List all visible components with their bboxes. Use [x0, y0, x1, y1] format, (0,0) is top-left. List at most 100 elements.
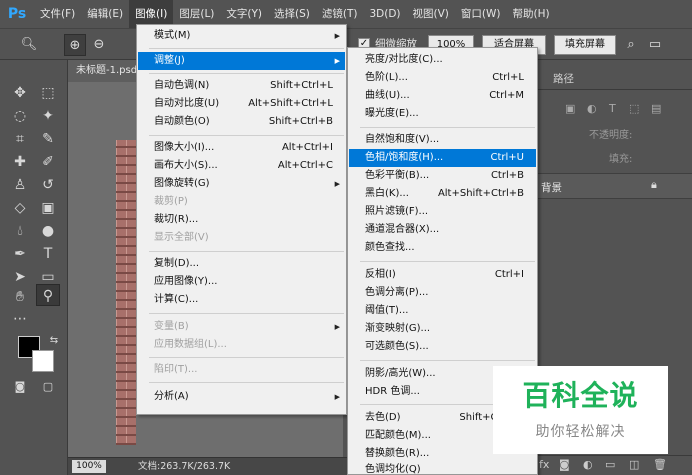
eraser-tool-icon[interactable]: ◇	[8, 197, 32, 219]
fx-icon[interactable]: fx	[539, 458, 549, 471]
background-color-swatch[interactable]	[32, 350, 54, 372]
layers-panel-footer: fx ◙ ◐ ▭ ◫ 🗑︎	[535, 455, 692, 475]
menu-item-color-lookup[interactable]: 颜色查找...	[349, 239, 536, 257]
status-bar: 100% 文档:263.7K/263.7K	[68, 457, 348, 475]
menu-item-trap: 陷印(T)...	[154, 364, 198, 375]
crop-tool-icon[interactable]: ⌗	[8, 128, 32, 150]
menu-item-canvas-size[interactable]: 画布大小(S)... Alt+Ctrl+C	[138, 157, 345, 175]
path-selection-tool-icon[interactable]: ➤	[8, 266, 32, 288]
workspace-icon[interactable]: ▭	[644, 34, 666, 56]
menu-view[interactable]: 视图(V)	[407, 0, 455, 28]
panel-tabs: 路径	[535, 68, 692, 90]
zoom-tool-icon[interactable]: ⚲	[36, 284, 60, 306]
screen-mode-icon[interactable]: ▢	[36, 376, 60, 398]
document-tab[interactable]: 未标题-1.psd	[68, 60, 138, 82]
menu-item-curves[interactable]: 曲线(U)... Ctrl+M	[349, 87, 536, 105]
menu-separator	[360, 261, 535, 262]
menu-item-exposure[interactable]: 曝光度(E)...	[349, 105, 536, 123]
menu-window[interactable]: 窗口(W)	[455, 0, 507, 28]
layer-name: 背景	[541, 182, 562, 194]
menu-3d[interactable]: 3D(D)	[363, 0, 406, 28]
menu-item-equalize[interactable]: 色调均化(Q)	[349, 461, 536, 475]
menu-item-brightness-contrast[interactable]: 亮度/对比度(C)...	[349, 51, 536, 69]
menu-item-image-size[interactable]: 图像大小(I)... Alt+Ctrl+I	[138, 139, 345, 157]
type-tool-icon[interactable]: T	[36, 243, 60, 265]
menu-item-channel-mixer[interactable]: 通道混合器(X)...	[349, 221, 536, 239]
healing-brush-tool-icon[interactable]: ✚	[8, 151, 32, 173]
move-tool-icon[interactable]: ✥	[8, 82, 32, 104]
menu-item-mode[interactable]: 模式(M) ▶	[138, 27, 345, 45]
submenu-arrow-icon: ▶	[334, 180, 340, 188]
menu-file[interactable]: 文件(F)	[34, 0, 81, 28]
magic-wand-tool-icon[interactable]: ✦	[36, 105, 60, 127]
document-info: 文档:263.7K/263.7K	[138, 461, 231, 472]
menu-separator	[149, 313, 344, 314]
menu-item-vibrance[interactable]: 自然饱和度(V)...	[349, 131, 536, 149]
menu-item-posterize[interactable]: 色调分离(P)...	[349, 284, 536, 302]
more-tools-icon[interactable]: ⋯	[8, 308, 32, 330]
dodge-tool-icon[interactable]: ●	[36, 220, 60, 242]
menu-item-levels[interactable]: 色阶(L)... Ctrl+L	[349, 69, 536, 87]
smart-filter-icon[interactable]: ▤	[651, 102, 661, 115]
zoom-in-icon[interactable]: ⊕	[64, 34, 86, 56]
quick-mask-icon[interactable]: ◙	[8, 376, 32, 398]
menu-item-selective-color[interactable]: 可选颜色(S)...	[349, 338, 536, 356]
hand-tool-icon[interactable]: ✋︎	[8, 286, 32, 308]
zoom-field[interactable]: 100%	[72, 460, 106, 473]
lasso-tool-icon[interactable]: ◌	[8, 105, 32, 127]
clone-stamp-tool-icon[interactable]: ♙	[8, 174, 32, 196]
shape-filter-icon[interactable]: ⬚	[629, 102, 639, 115]
trash-icon[interactable]: 🗑︎	[653, 458, 667, 471]
fill-screen-button[interactable]: 填充屏幕	[554, 35, 616, 55]
menu-item-auto-color[interactable]: 自动颜色(O) Shift+Ctrl+B	[138, 113, 345, 131]
swap-colors-icon[interactable]: ⇆	[42, 330, 66, 352]
adjustment-layer-icon[interactable]: ◐	[583, 458, 593, 471]
menu-help[interactable]: 帮助(H)	[507, 0, 556, 28]
menu-item-calculations[interactable]: 计算(C)...	[138, 291, 345, 309]
menu-item-hue-saturation[interactable]: 色相/饱和度(H)... Ctrl+U	[349, 149, 536, 167]
watermark-title: 百科全说	[522, 379, 639, 412]
submenu-arrow-icon: ▶	[334, 323, 340, 331]
menu-item-gradient-map[interactable]: 渐变映射(G)...	[349, 320, 536, 338]
menu-separator	[149, 73, 344, 74]
layer-row[interactable]: 背景 🔒︎	[535, 173, 692, 199]
adjust-filter-icon[interactable]: ◐	[587, 102, 597, 115]
image-menu-dropdown: 模式(M) ▶ 调整(J) ▶ 自动色调(N) Shift+Ctrl+L 自动对比度(…	[136, 24, 347, 415]
pen-tool-icon[interactable]: ✒	[8, 243, 32, 265]
search-icon[interactable]: ⌕	[620, 34, 642, 56]
menu-item-analysis[interactable]: 分析(A) ▶	[138, 388, 345, 406]
zoom-tool-icon[interactable]: 🔍︎	[18, 34, 40, 56]
submenu-arrow-icon: ▶	[334, 393, 340, 401]
menu-item-auto-contrast[interactable]: 自动对比度(U) Alt+Shift+Ctrl+L	[138, 95, 345, 113]
menu-edit[interactable]: 编辑(E)	[81, 0, 129, 28]
brush-tool-icon[interactable]: ✐	[36, 151, 60, 173]
menu-item-color-balance[interactable]: 色彩平衡(B)... Ctrl+B	[349, 167, 536, 185]
tab-paths[interactable]: 路径	[553, 68, 574, 90]
menu-item-duplicate[interactable]: 复制(D)...	[138, 255, 345, 273]
photoshop-logo: Ps	[7, 6, 27, 22]
menu-item-apply-data-set: 应用数据组(L)...	[154, 339, 227, 350]
mask-icon[interactable]: ◙	[559, 458, 570, 471]
menu-item-invert[interactable]: 反相(I) Ctrl+I	[349, 266, 536, 284]
watermark-subtitle: 助你轻松解决	[535, 424, 626, 440]
blur-tool-icon[interactable]: 💧︎	[8, 220, 32, 242]
menu-item-trim[interactable]: 裁切(R)...	[138, 211, 345, 229]
gradient-tool-icon[interactable]: ▣	[36, 197, 60, 219]
submenu-arrow-icon: ▶	[334, 57, 340, 65]
image-filter-icon[interactable]: ▣	[565, 102, 575, 115]
history-brush-tool-icon[interactable]: ↺	[36, 174, 60, 196]
menu-separator	[149, 135, 344, 136]
eyedropper-tool-icon[interactable]: ✎	[36, 128, 60, 150]
menu-item-black-white[interactable]: 黑白(K)... Alt+Shift+Ctrl+B	[349, 185, 536, 203]
menu-item-apply-image[interactable]: 应用图像(Y)...	[138, 273, 345, 291]
menu-item-adjustments[interactable]: 调整(J) ▶	[138, 52, 345, 70]
menu-item-photo-filter[interactable]: 照片滤镜(F)...	[349, 203, 536, 221]
marquee-tool-icon[interactable]: ⬚	[36, 82, 60, 104]
type-filter-icon[interactable]: T	[609, 102, 616, 115]
menu-item-threshold[interactable]: 阈值(T)...	[349, 302, 536, 320]
zoom-out-icon[interactable]: ⊖	[88, 34, 110, 56]
new-layer-icon[interactable]: ◫	[629, 458, 639, 471]
menu-item-auto-tone[interactable]: 自动色调(N) Shift+Ctrl+L	[138, 77, 345, 95]
menu-item-image-rotation[interactable]: 图像旋转(G) ▶	[138, 175, 345, 193]
group-icon[interactable]: ▭	[605, 458, 615, 471]
